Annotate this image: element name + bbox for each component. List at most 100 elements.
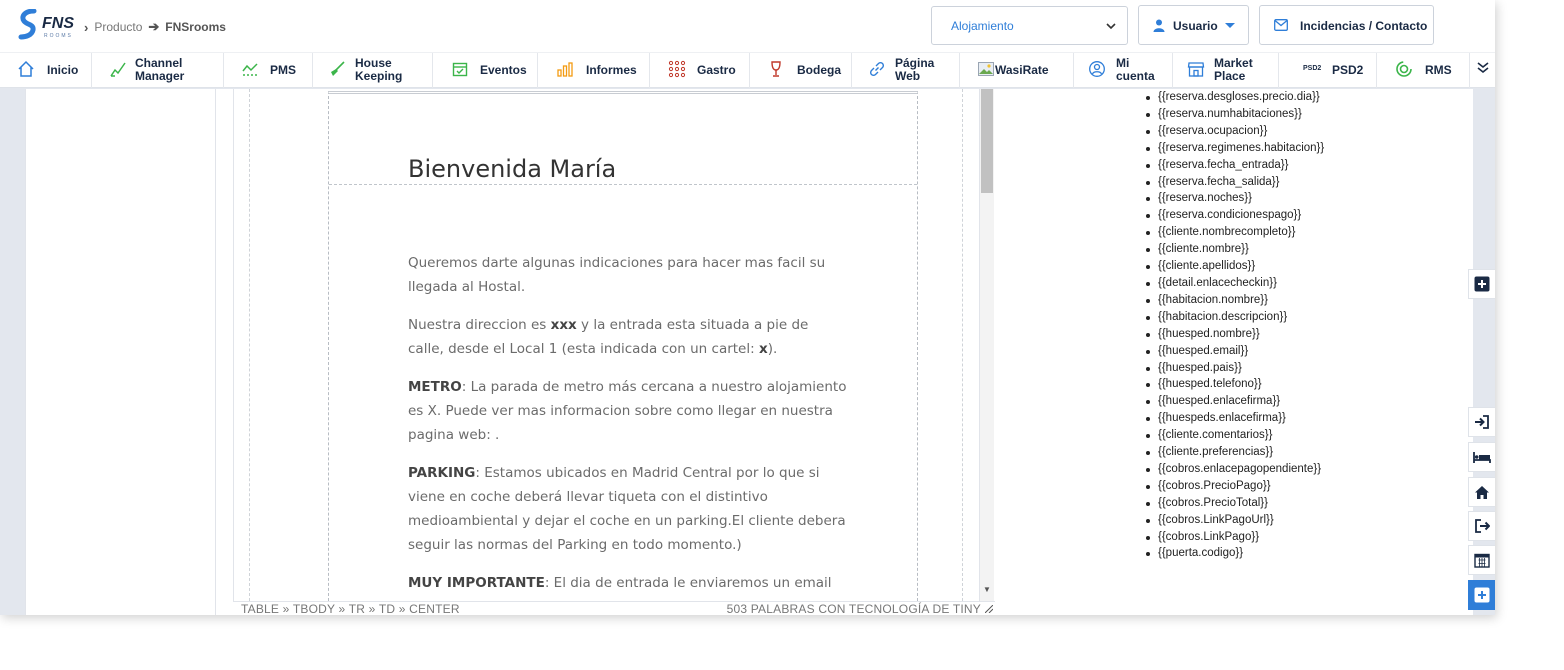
nav-item-mi-cuenta[interactable]: Mi cuenta <box>1074 53 1173 88</box>
variable-item[interactable]: {{detail.enlacecheckin}} <box>1145 275 1324 292</box>
email-body[interactable]: Queremos darte algunas indicaciones para… <box>408 251 848 601</box>
envelope-icon <box>1274 19 1288 31</box>
variable-item[interactable]: {{reserva.ocupacion}} <box>1145 123 1324 140</box>
variable-item[interactable]: {{huesped.pais}} <box>1145 360 1324 377</box>
editor-scrollbar[interactable]: ▼ <box>980 89 994 601</box>
variable-item[interactable]: {{reserva.noches}} <box>1145 190 1324 207</box>
nav-item-pms[interactable]: PMS <box>224 53 313 88</box>
nav-label-line1: Market <box>1214 56 1253 70</box>
variables-list: {{reserva.desgloses.precio.dia}} {{reserv… <box>1145 89 1324 562</box>
add-active-side-button[interactable] <box>1468 580 1495 610</box>
email-title[interactable]: Bienvenida María <box>408 155 616 183</box>
psd2-icon: PSD2 <box>1303 65 1322 72</box>
bar-chart-icon <box>557 62 573 77</box>
variable-item[interactable]: {{reserva.fecha_salida}} <box>1145 174 1324 191</box>
rooms-side-button[interactable] <box>1468 442 1495 472</box>
home-side-button[interactable] <box>1468 477 1495 507</box>
nav-item-eventos[interactable]: Eventos <box>433 53 538 88</box>
variable-item[interactable]: {{cobros.LinkPago}} <box>1145 529 1324 546</box>
text-span: : La parada de metro más cercana a nuest… <box>408 379 847 443</box>
home-icon <box>18 60 34 77</box>
nav-label-line1: Channel <box>135 56 183 70</box>
variable-item[interactable]: {{cobros.PrecioPago}} <box>1145 478 1324 495</box>
nav-item-pagina-web[interactable]: Página Web <box>852 53 960 88</box>
editor-document: Bienvenida María Queremos darte algunas … <box>249 89 963 601</box>
variable-item[interactable]: {{puerta.codigo}} <box>1145 545 1324 562</box>
variable-item[interactable]: {{cliente.nombrecompleto}} <box>1145 224 1324 241</box>
variable-item[interactable]: {{cliente.nombre}} <box>1145 241 1324 258</box>
nav-label-line1: House <box>355 56 392 70</box>
house-icon <box>1475 485 1489 499</box>
checkout-side-button[interactable] <box>1468 511 1495 541</box>
nav-item-rms[interactable]: RMS <box>1377 53 1470 88</box>
paragraph-parking: PARKING: Estamos ubicados en Madrid Cent… <box>408 461 848 557</box>
variable-item[interactable]: {{cliente.apellidos}} <box>1145 258 1324 275</box>
resize-handle-icon[interactable] <box>985 605 993 613</box>
calendar-side-button[interactable] <box>1468 545 1495 575</box>
element-path[interactable]: TABLE » TBODY » TR » TD » CENTER <box>241 602 460 615</box>
incidents-contact-button[interactable]: Incidencias / Contacto <box>1259 5 1434 45</box>
user-circle-icon <box>1089 61 1105 77</box>
text-span: Nuestra direccion es <box>408 317 551 333</box>
nav-more-button[interactable] <box>1470 53 1495 88</box>
nav-item-channel-manager[interactable]: Channel Manager <box>92 53 224 88</box>
variable-item[interactable]: {{habitacion.nombre}} <box>1145 292 1324 309</box>
variable-item[interactable]: {{huesped.email}} <box>1145 343 1324 360</box>
broom-icon <box>331 61 345 76</box>
editor-frame[interactable]: Bienvenida María Queremos darte algunas … <box>233 89 980 601</box>
variable-item[interactable]: {{cobros.enlacepagopendiente}} <box>1145 461 1324 478</box>
bold-span: PARKING <box>408 465 476 481</box>
select-value: Alojamiento <box>951 19 1014 33</box>
left-content-panel <box>25 89 215 615</box>
variable-item[interactable]: {{huespeds.enlacefirma}} <box>1145 410 1324 427</box>
variable-item[interactable]: {{reserva.condicionespago}} <box>1145 207 1324 224</box>
variable-item[interactable]: {{huesped.nombre}} <box>1145 326 1324 343</box>
nav-label-line2: Manager <box>135 69 185 83</box>
bold-span: MUY IMPORTANTE <box>408 575 545 591</box>
scrollbar-thumb[interactable] <box>981 89 993 193</box>
variable-item[interactable]: {{cobros.PrecioTotal}} <box>1145 495 1324 512</box>
nav-label: Gastro <box>697 63 736 77</box>
nav-label: Eventos <box>480 63 527 77</box>
variable-item[interactable]: {{cliente.comentarios}} <box>1145 427 1324 444</box>
sign-in-icon <box>1475 415 1489 429</box>
user-menu-button[interactable]: Usuario <box>1138 5 1249 45</box>
calendar-check-icon <box>452 62 468 77</box>
fns-logo[interactable]: FNS ROOMS <box>18 9 78 43</box>
editor-statusbar: TABLE » TBODY » TR » TD » CENTER 503 PAL… <box>233 601 995 615</box>
arrow-right-icon: ➔ <box>148 19 160 34</box>
variable-item[interactable]: {{reserva.numhabitaciones}} <box>1145 106 1324 123</box>
word-count: 503 PALABRAS CON TECNOLOGÍA DE TINY <box>726 602 981 615</box>
nav-label: WasiRate <box>995 63 1049 77</box>
variable-item[interactable]: {{reserva.regimenes.habitacion}} <box>1145 140 1324 157</box>
nav-item-wasirate[interactable]: WasiRate <box>960 53 1074 88</box>
nav-item-psd2[interactable]: PSD2 PSD2 <box>1279 53 1377 88</box>
variable-item[interactable]: {{cliente.preferencias}} <box>1145 444 1324 461</box>
channel-icon <box>110 62 126 77</box>
variable-item[interactable]: {{huesped.enlacefirma}} <box>1145 393 1324 410</box>
breadcrumb-item-producto[interactable]: Producto <box>94 20 142 34</box>
paragraph-metro: METRO: La parada de metro más cercana a … <box>408 375 848 447</box>
nav-item-housekeeping[interactable]: House Keeping <box>313 53 433 88</box>
nav-item-informes[interactable]: Informes <box>538 53 650 88</box>
nav-item-gastro[interactable]: Gastro <box>650 53 750 88</box>
variable-item[interactable]: {{reserva.fecha_entrada}} <box>1145 157 1324 174</box>
scroll-down-arrow-icon[interactable]: ▼ <box>983 585 991 594</box>
nav-label: Informes <box>586 63 637 77</box>
nav-label-line1: Mi <box>1116 56 1130 70</box>
variable-item[interactable]: {{huesped.telefono}} <box>1145 376 1324 393</box>
grid-dots-icon <box>668 60 686 78</box>
nav-item-inicio[interactable]: Inicio <box>0 53 92 88</box>
sign-out-icon <box>1475 519 1490 533</box>
nav-item-bodega[interactable]: Bodega <box>750 53 852 88</box>
property-type-select[interactable]: Alojamiento <box>931 6 1128 45</box>
nav-item-market-place[interactable]: Market Place <box>1173 53 1279 88</box>
user-icon <box>1153 19 1165 32</box>
variable-item[interactable]: {{cobros.LinkPagoUrl}} <box>1145 512 1324 529</box>
pms-chart-icon <box>242 63 258 76</box>
checkin-side-button[interactable] <box>1468 407 1495 437</box>
image-icon <box>978 62 994 76</box>
variable-item[interactable]: {{reserva.desgloses.precio.dia}} <box>1145 89 1324 106</box>
variable-item[interactable]: {{habitacion.descripcion}} <box>1145 309 1324 326</box>
add-side-button[interactable] <box>1468 269 1495 299</box>
